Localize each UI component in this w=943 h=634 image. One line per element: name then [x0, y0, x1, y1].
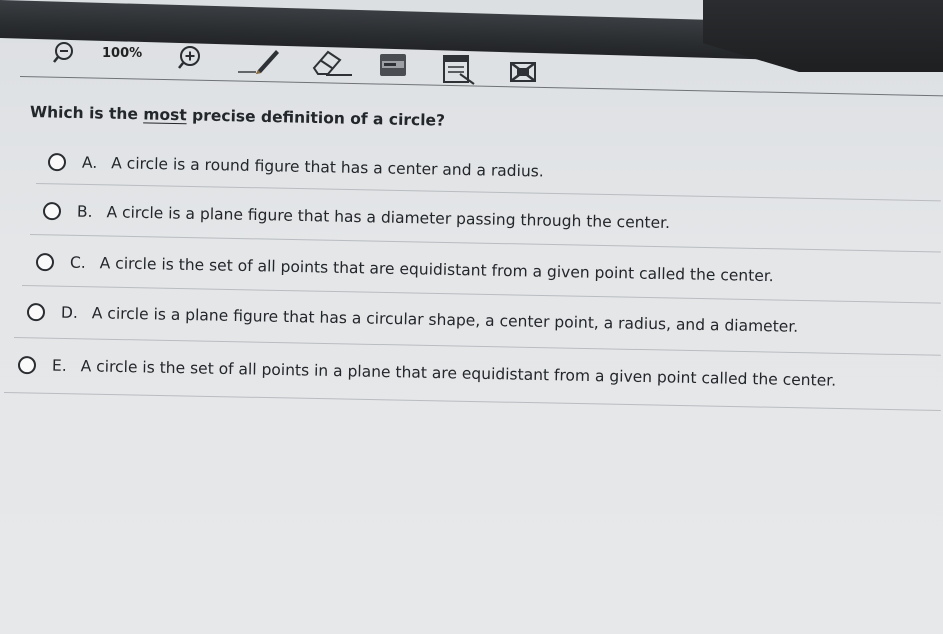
- question-prefix: Which is the: [29, 103, 144, 124]
- eraser-button[interactable]: [308, 48, 354, 78]
- radio-button-e[interactable]: [17, 356, 37, 375]
- highlighter-button[interactable]: [378, 52, 408, 80]
- question-emphasis: most: [143, 105, 187, 125]
- option-letter-a: A.: [81, 153, 98, 172]
- radio-button-b[interactable]: [42, 202, 62, 221]
- answer-eliminator-icon: [510, 62, 536, 82]
- option-letter-c: C.: [69, 253, 86, 272]
- zoom-out-icon: [53, 42, 73, 63]
- zoom-level: 100%: [102, 46, 143, 61]
- question-suffix: precise definition of a circle?: [186, 106, 446, 130]
- toolbar: 100%: [0, 34, 943, 86]
- reference-sheet-button[interactable]: [440, 54, 478, 86]
- answer-option-e[interactable]: E. A circle is the set of all points in …: [17, 356, 837, 390]
- option-text-e: A circle is the set of all points in a p…: [80, 357, 837, 390]
- option-text-b: A circle is a plane figure that has a di…: [106, 203, 671, 233]
- answer-option-b[interactable]: B. A circle is a plane figure that has a…: [42, 202, 671, 233]
- pencil-button[interactable]: [236, 46, 280, 76]
- reference-sheet-icon: [443, 55, 475, 85]
- option-letter-e: E.: [51, 356, 67, 375]
- radio-button-a[interactable]: [47, 153, 67, 172]
- zoom-in-icon: [178, 46, 200, 69]
- answer-option-d[interactable]: D. A circle is a plane figure that has a…: [26, 303, 799, 336]
- option-letter-b: B.: [76, 202, 93, 221]
- zoom-in-button[interactable]: [176, 45, 202, 71]
- option-separator: [21, 285, 941, 304]
- radio-button-d[interactable]: [26, 303, 46, 322]
- answer-option-c[interactable]: C. A circle is the set of all points tha…: [35, 253, 774, 286]
- answer-eliminator-button[interactable]: [508, 58, 540, 86]
- eraser-icon: [312, 50, 352, 76]
- option-text-d: A circle is a plane figure that has a ci…: [91, 304, 799, 336]
- radio-button-c[interactable]: [35, 253, 55, 272]
- answer-option-a[interactable]: A. A circle is a round figure that has a…: [47, 153, 544, 181]
- question-text: Which is the most precise definition of …: [30, 103, 445, 130]
- option-separator: [29, 234, 941, 253]
- pencil-icon: [238, 50, 279, 74]
- option-separator: [13, 337, 941, 356]
- zoom-out-button[interactable]: [52, 41, 76, 65]
- option-separator: [3, 392, 941, 411]
- text-highlight-icon: [380, 54, 406, 76]
- option-text-a: A circle is a round figure that has a ce…: [111, 154, 544, 181]
- option-separator: [35, 183, 941, 202]
- option-text-c: A circle is the set of all points that a…: [99, 254, 774, 286]
- option-letter-d: D.: [60, 303, 79, 322]
